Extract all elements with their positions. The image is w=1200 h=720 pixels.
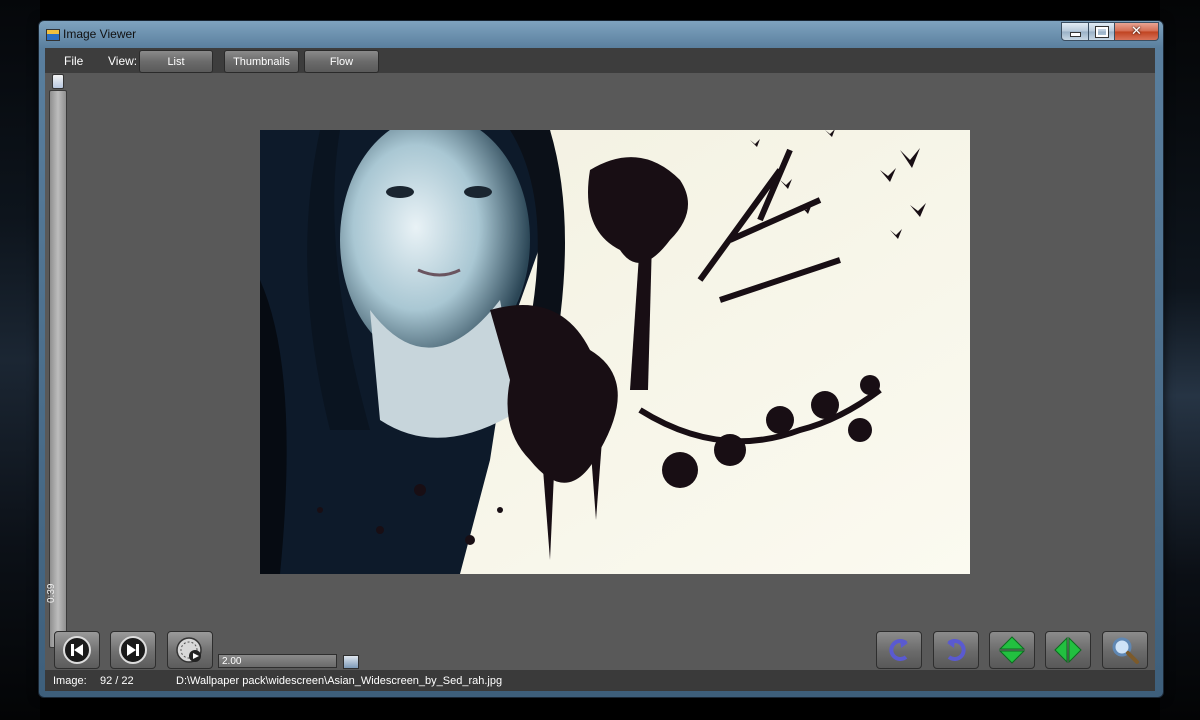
- view-list-button[interactable]: List: [139, 50, 213, 73]
- zoom-button[interactable]: [1102, 631, 1148, 669]
- app-icon: [46, 29, 60, 41]
- maximize-icon: [1094, 25, 1109, 38]
- window-title: Image Viewer: [63, 27, 137, 41]
- status-bar: Image: 92 / 22 D:\Wallpaper pack\widescr…: [45, 670, 1155, 691]
- flip-vertical-button[interactable]: [989, 631, 1035, 669]
- client-area: File View: List Thumbnails Flow 0:39 2.0…: [45, 48, 1155, 691]
- status-image-count: 92 / 22: [100, 675, 134, 687]
- slider-thumb[interactable]: [52, 74, 64, 89]
- slideshow-button[interactable]: [167, 631, 213, 669]
- flip-vertical-icon: [998, 636, 1026, 664]
- slider-time-label: 0:39: [46, 583, 57, 603]
- minimize-icon: [1069, 32, 1081, 37]
- flip-horizontal-icon: [1054, 636, 1082, 664]
- desktop-background-left: [0, 0, 40, 720]
- rotate-right-icon: [947, 639, 966, 661]
- skip-back-icon: [63, 636, 91, 664]
- rotate-left-button[interactable]: [876, 631, 922, 669]
- menu-file[interactable]: File: [64, 54, 83, 68]
- rotate-right-button[interactable]: [933, 631, 979, 669]
- status-image-label: Image:: [53, 675, 87, 687]
- maximize-button[interactable]: [1089, 22, 1115, 41]
- slideshow-speed-input[interactable]: 2.00: [218, 654, 337, 668]
- skip-forward-icon: [119, 636, 147, 664]
- desktop-background-right: [1160, 0, 1200, 720]
- view-thumbnails-button[interactable]: Thumbnails: [224, 50, 299, 73]
- displayed-image[interactable]: [260, 130, 970, 574]
- menu-bar: File View: List Thumbnails Flow: [45, 48, 1155, 73]
- previous-image-button[interactable]: [54, 631, 100, 669]
- speed-spin-button[interactable]: [343, 655, 359, 669]
- view-label: View:: [108, 54, 138, 68]
- view-flow-button[interactable]: Flow: [304, 50, 379, 73]
- app-window: Image Viewer ✕ File View: List Thumbnail…: [38, 20, 1164, 698]
- title-bar[interactable]: Image Viewer ✕: [39, 21, 1163, 48]
- rotate-left-icon: [889, 639, 908, 661]
- close-icon: ✕: [1131, 24, 1142, 39]
- vertical-slider[interactable]: [49, 90, 67, 648]
- slideshow-timer-icon: [176, 637, 202, 663]
- flip-horizontal-button[interactable]: [1045, 631, 1091, 669]
- close-button[interactable]: ✕: [1115, 22, 1159, 41]
- status-file-path: D:\Wallpaper pack\widescreen\Asian_Wides…: [176, 675, 503, 687]
- next-image-button[interactable]: [110, 631, 156, 669]
- image-artwork: [260, 130, 970, 574]
- minimize-button[interactable]: [1061, 22, 1089, 41]
- zoom-icon: [1112, 637, 1139, 664]
- caption-buttons: ✕: [1061, 22, 1159, 41]
